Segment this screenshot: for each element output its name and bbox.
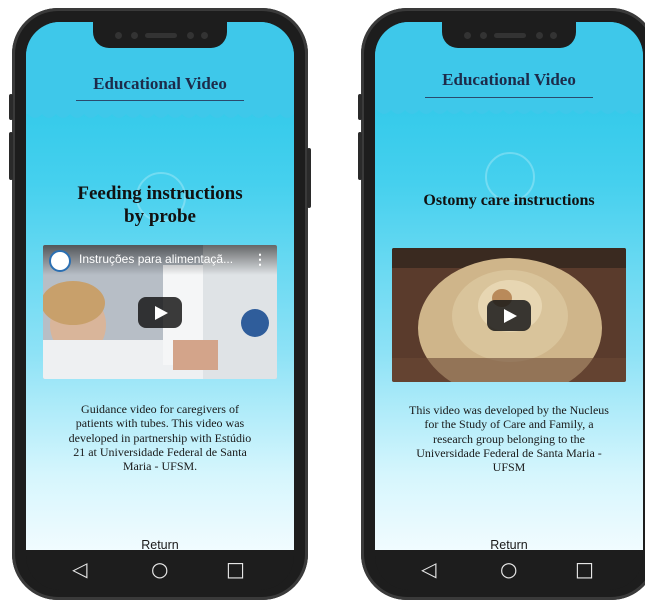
page-title: Educational Video (93, 74, 227, 93)
camera-dot-icon (115, 32, 122, 39)
home-icon[interactable]: ○ (151, 558, 168, 580)
volume-down-button (9, 132, 13, 180)
recents-icon[interactable]: □ (575, 558, 594, 580)
sensor-dot-icon (201, 32, 208, 39)
video-menu-icon[interactable]: ⋮ (253, 251, 267, 268)
home-icon[interactable]: ○ (500, 558, 517, 580)
sensor-dot-icon (550, 32, 557, 39)
camera-dot-icon (464, 32, 471, 39)
description-line: This video was developed by the Nucleus (409, 403, 609, 417)
notch (442, 22, 576, 48)
header-wave-border (375, 106, 643, 114)
title-underline (425, 97, 593, 98)
channel-logo-icon[interactable] (49, 250, 71, 272)
recents-icon[interactable]: □ (226, 558, 245, 580)
sensor-dot-icon (131, 32, 138, 39)
header-wave-border (26, 110, 294, 118)
description-line: UFSM (492, 460, 526, 475)
back-icon[interactable]: ◁ (72, 558, 87, 580)
description-line: Universidade Federal de Santa Maria - (416, 445, 602, 460)
video-description: Guidance video for caregivers of patient… (32, 402, 288, 473)
sensor-dot-icon (187, 32, 194, 39)
android-navbar: ◁ ○ □ (26, 550, 294, 590)
video-title-line2: by probe (124, 206, 196, 227)
play-button-icon[interactable] (487, 300, 531, 331)
android-navbar: ◁ ○ □ (375, 550, 643, 590)
video-title: Ostomy care instructions (423, 192, 595, 209)
video-overlay-title[interactable]: Instruções para alimentaçã... (79, 252, 233, 266)
description-line: developed in partnership with Estúdio (68, 430, 252, 445)
description-line: Guidance video for caregivers of (81, 402, 239, 416)
power-button (307, 148, 311, 208)
phone-right: Educational Video Ostomy care instructio… (358, 8, 645, 600)
video-description: This video was developed by the Nucleus … (377, 403, 641, 474)
description-line: 21 at Universidade Federal de Santa (73, 444, 247, 459)
title-underline (76, 100, 244, 101)
sensor-dot-icon (536, 32, 543, 39)
description-line: for the Study of Care and Family, a (424, 417, 594, 432)
video-title-line1: Feeding instructions (77, 183, 243, 204)
screen-right: Educational Video Ostomy care instructio… (375, 22, 643, 556)
back-icon[interactable]: ◁ (421, 558, 436, 580)
screen-left: Educational Video Feeding instructions b… (26, 22, 294, 556)
description-line: Maria - UFSM. (122, 459, 198, 474)
volume-up-button (9, 94, 13, 120)
page-title: Educational Video (442, 70, 576, 89)
play-button-icon[interactable] (138, 297, 182, 328)
description-line: patients with tubes. This video was (75, 416, 245, 431)
volume-up-button (358, 94, 362, 120)
video-player[interactable]: Instruções para alimentaçã... ⋮ (43, 245, 277, 379)
description-line: research group belonging to the (433, 431, 585, 446)
notch (93, 22, 227, 48)
video-player[interactable] (392, 248, 626, 382)
speaker-grille (145, 33, 177, 38)
speaker-grille (494, 33, 526, 38)
sensor-dot-icon (480, 32, 487, 39)
phone-left: Educational Video Feeding instructions b… (9, 8, 311, 600)
volume-down-button (358, 132, 362, 180)
